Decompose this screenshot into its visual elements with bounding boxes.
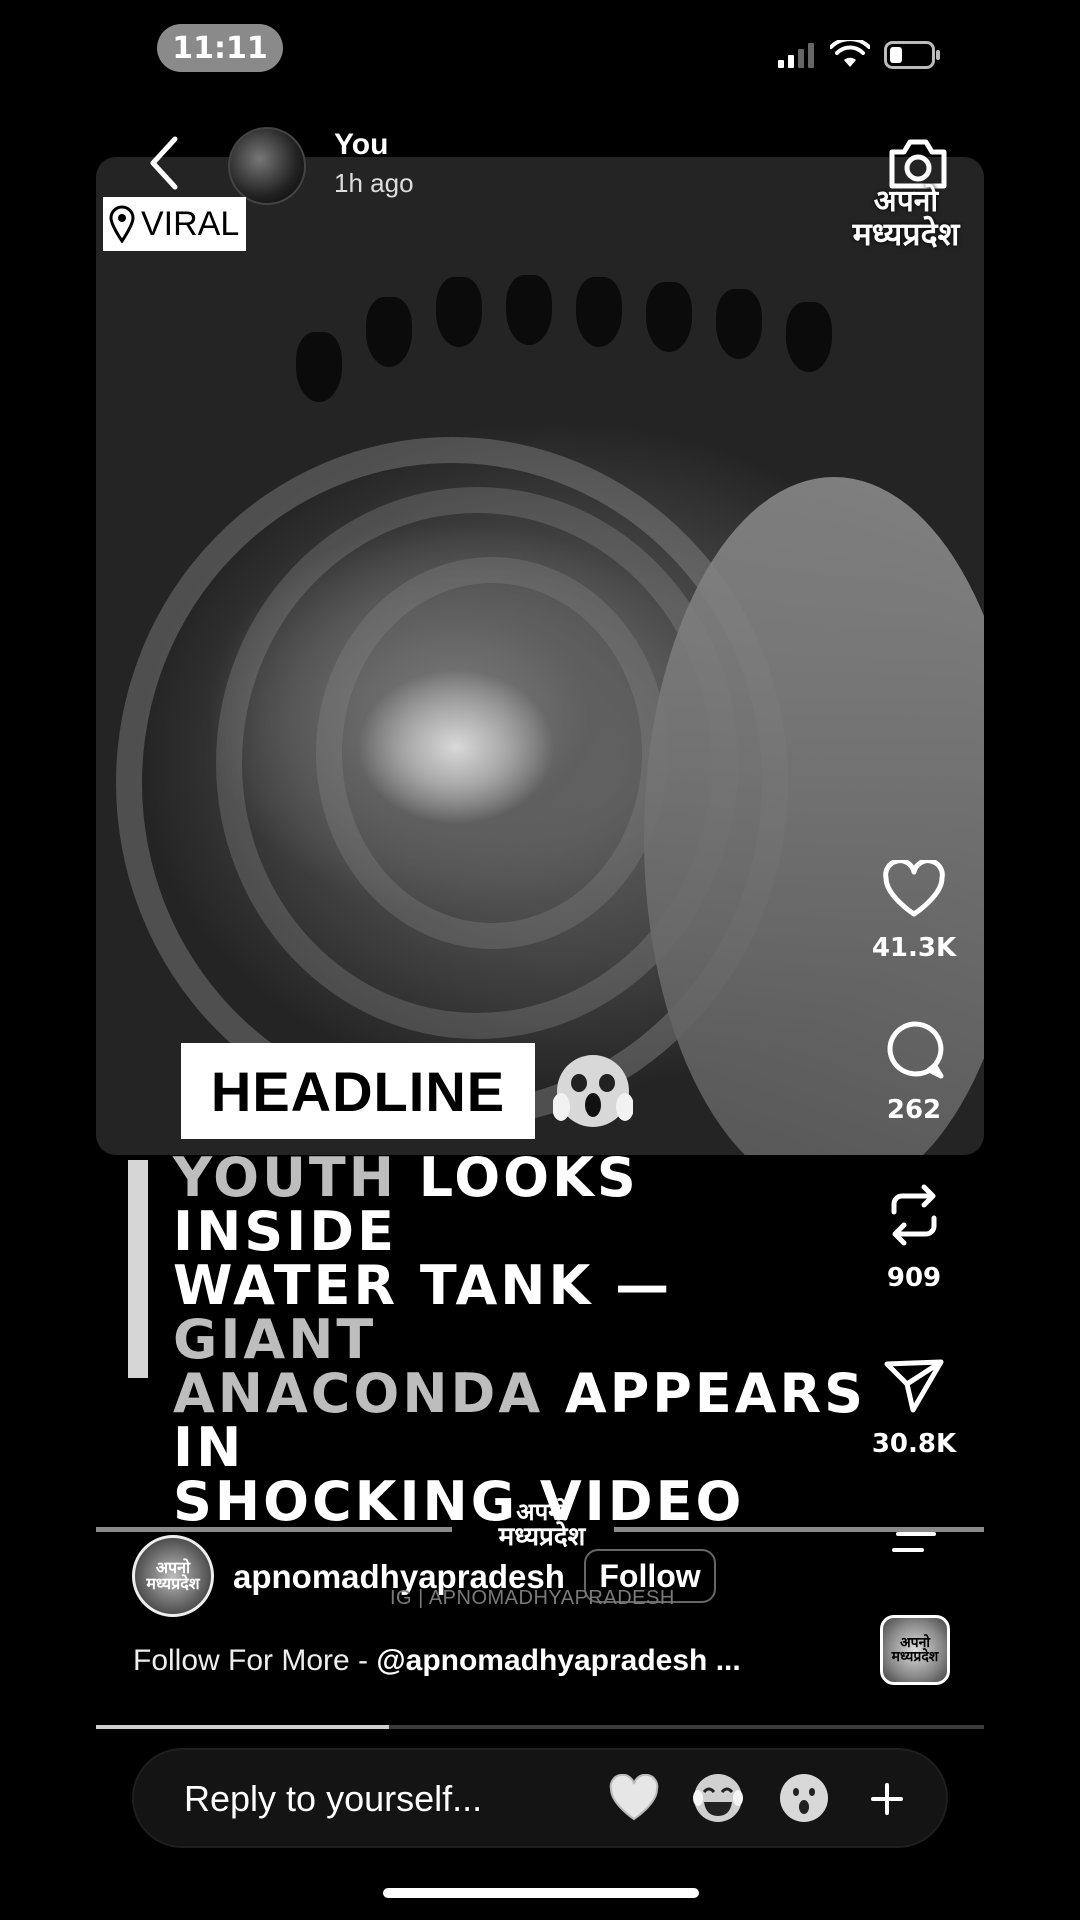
comment-action[interactable]: 262 — [859, 1020, 969, 1125]
headline-line-3: ANACONDA APPEARS IN — [173, 1367, 873, 1475]
decor-tooth — [436, 277, 482, 347]
brand-small-line-2: मध्यप्रदेश — [498, 1522, 586, 1552]
reply-bar — [132, 1748, 948, 1848]
repost-action[interactable]: 909 — [859, 1182, 969, 1293]
surprised-emoji-icon — [780, 1774, 828, 1822]
ig-watermark: IG | APNOMADHYAPRADESH — [390, 1587, 675, 1609]
decor-tooth — [366, 297, 412, 367]
reaction-surprised-button[interactable] — [776, 1770, 832, 1826]
send-paper-plane-icon[interactable] — [883, 1356, 945, 1414]
music-thumbnail[interactable]: अपनो मध्यप्रदेश — [880, 1615, 950, 1685]
brand-line-1: अपनो — [873, 184, 939, 219]
story-video[interactable] — [96, 157, 984, 1155]
back-chevron-icon[interactable] — [145, 135, 181, 191]
location-label: VIRAL — [141, 204, 240, 243]
story-time-ago: 1h ago — [334, 168, 414, 198]
like-count: 41.3K — [871, 933, 957, 963]
reaction-laugh-button[interactable] — [690, 1770, 746, 1826]
story-user-name[interactable]: You — [334, 128, 388, 162]
divider-left — [96, 1527, 452, 1532]
screaming-face-emoji-icon — [553, 1055, 633, 1127]
battery-icon — [884, 41, 940, 69]
laughing-crying-emoji-icon — [693, 1774, 743, 1822]
status-time: 11:11 — [157, 24, 283, 72]
share-action[interactable]: 30.8K — [859, 1356, 969, 1459]
user-avatar[interactable] — [228, 127, 306, 205]
comment-bubble-icon[interactable] — [883, 1020, 945, 1080]
reply-input[interactable] — [182, 1750, 586, 1848]
share-count: 30.8K — [871, 1429, 957, 1459]
cellular-signal-icon — [778, 43, 814, 68]
decor-tooth — [646, 282, 692, 352]
decor-tooth — [716, 289, 762, 359]
add-reaction-plus-icon[interactable] — [870, 1782, 904, 1816]
decor-arc — [316, 557, 668, 949]
wifi-icon — [830, 40, 870, 67]
story-progress-bar — [96, 1725, 984, 1729]
brand-line-2: मध्यप्रदेश — [852, 214, 960, 253]
white-heart-emoji-icon — [609, 1774, 659, 1821]
status-icons — [776, 40, 942, 70]
headline-line-2: WATER TANK — GIANT — [173, 1259, 873, 1367]
story-progress-fill — [96, 1725, 390, 1729]
caption-prefix: Follow For More - — [133, 1644, 377, 1677]
brand-small-line-1: अपनो — [516, 1498, 568, 1526]
headline-line-4-bright: SHOCKING VIDEO — [173, 1470, 745, 1533]
home-indicator[interactable] — [383, 1888, 699, 1898]
decor-tooth — [506, 275, 552, 345]
repost-count: 909 — [886, 1263, 942, 1293]
decor-tooth — [296, 332, 342, 402]
headline-accent-bar — [128, 1160, 148, 1378]
account-avatar[interactable]: अपनो मध्यप्रदेश — [132, 1535, 214, 1617]
decor-tooth — [576, 277, 622, 347]
headline-line-1: YOUTH LOOKS INSIDE — [173, 1151, 873, 1259]
headline-label: HEADLINE — [181, 1043, 535, 1139]
brand-watermark-small: अपनो मध्यप्रदेश — [490, 1500, 594, 1550]
repost-icon[interactable] — [884, 1182, 944, 1248]
headline-text: YOUTH LOOKS INSIDE WATER TANK — GIANT AN… — [173, 1151, 873, 1529]
location-pin-icon — [109, 205, 135, 243]
caption-handle[interactable]: @apnomadhyapradesh ... — [376, 1644, 740, 1677]
decor-tooth — [786, 302, 832, 372]
post-caption[interactable]: Follow For More - @apnomadhyapradesh ... — [133, 1644, 741, 1678]
like-action[interactable]: 41.3K — [859, 858, 969, 963]
comment-count: 262 — [886, 1095, 942, 1125]
heart-icon[interactable] — [882, 858, 946, 918]
reaction-heart-button[interactable] — [606, 1770, 662, 1826]
location-sticker[interactable]: VIRAL — [103, 197, 246, 251]
brand-watermark: अपनो मध्यप्रदेश — [842, 186, 970, 251]
menu-lines-icon[interactable] — [892, 1530, 940, 1554]
